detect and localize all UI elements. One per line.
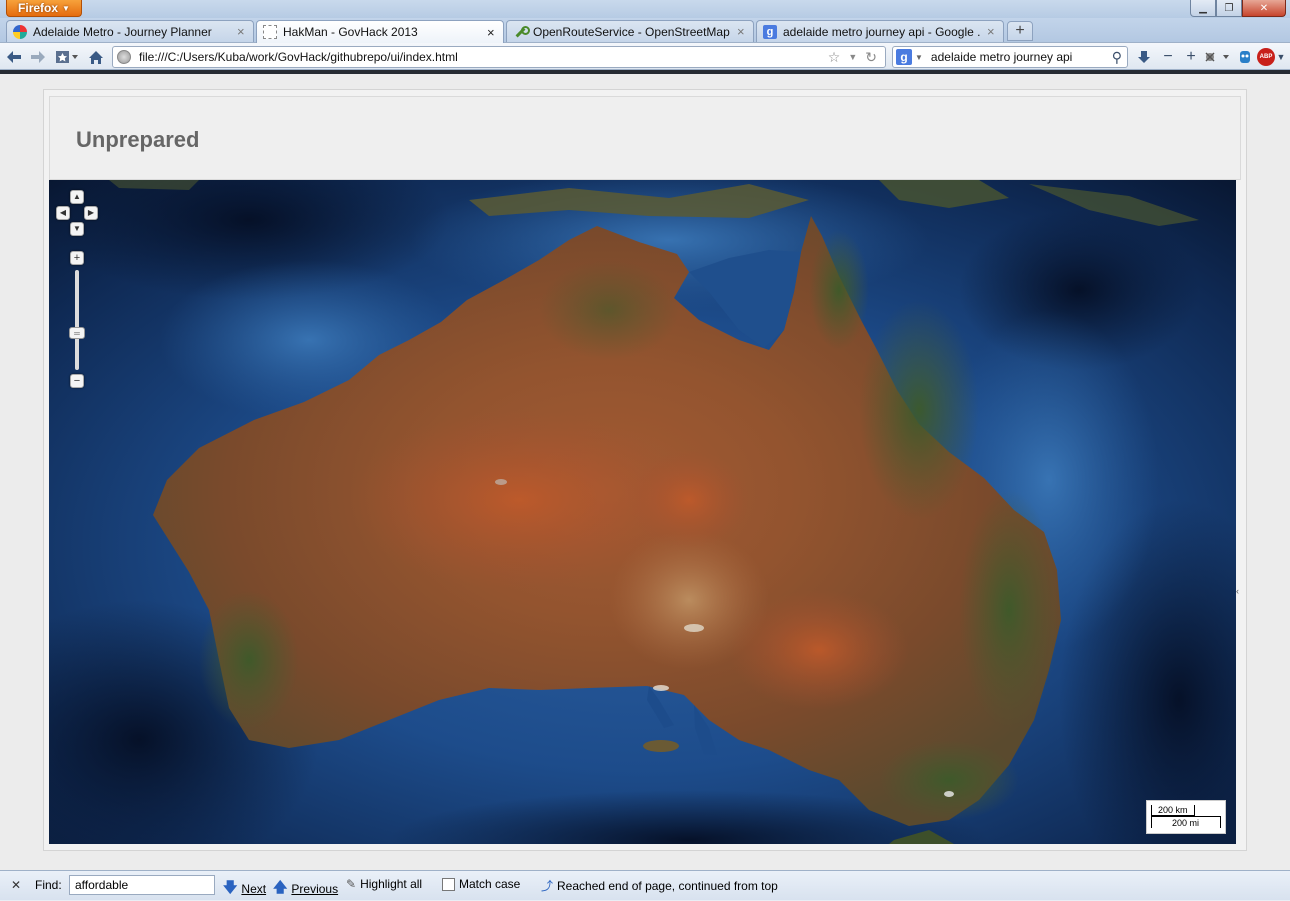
find-bar: ✕ Find: affordable 🡇 Next 🡅 Previous ✎ H…	[0, 870, 1290, 900]
pan-up-button[interactable]: ▲	[70, 190, 84, 204]
forward-icon[interactable]	[28, 47, 48, 67]
close-window-button[interactable]: ✕	[1242, 0, 1286, 17]
match-case-label: Match case	[459, 877, 521, 891]
google-favicon-icon: g	[763, 24, 777, 39]
scale-mi-label: 200 mi	[1151, 816, 1221, 828]
url-bar[interactable]: file:///C:/Users/Kuba/work/GovHack/githu…	[112, 46, 886, 68]
window-controls: ▁ ❐ ✕	[1190, 0, 1286, 17]
find-input[interactable]: affordable	[69, 875, 215, 895]
site-identity-icon[interactable]	[117, 50, 131, 64]
bookmark-star-icon[interactable]: ☆	[828, 49, 841, 66]
zoom-out-button[interactable]: −	[70, 374, 84, 388]
tab-label: Adelaide Metro - Journey Planner	[33, 24, 212, 39]
satellite-map[interactable]: ▲ ◀ ▶ ▼ + ═ − 200 km 200 mi	[49, 180, 1236, 844]
new-tab-button[interactable]: +	[1007, 21, 1033, 41]
url-text[interactable]: file:///C:/Users/Kuba/work/GovHack/githu…	[139, 50, 828, 64]
find-status-text: Reached end of page, continued from top	[557, 878, 778, 893]
minimize-button[interactable]: ▁	[1190, 0, 1216, 17]
addon-menu-icon[interactable]	[1203, 47, 1231, 67]
adelaide-metro-favicon-icon	[13, 24, 27, 39]
reload-icon[interactable]: ↻	[865, 49, 877, 66]
zoom-slider-track[interactable]	[75, 270, 79, 370]
highlighter-icon: ✎	[346, 877, 357, 891]
ors-favicon-icon	[513, 25, 530, 39]
pan-left-button[interactable]: ◀	[56, 206, 70, 220]
page-title: Unprepared	[76, 127, 200, 152]
tab-label: adelaide metro journey api - Google ...	[783, 24, 981, 39]
firefox-menu-button[interactable]: Firefox ▼	[6, 0, 82, 17]
pan-down-button[interactable]: ▼	[70, 222, 84, 236]
pan-right-button[interactable]: ▶	[84, 206, 98, 220]
addon-extension-icon[interactable]	[1235, 47, 1255, 67]
maximize-button[interactable]: ❐	[1216, 0, 1242, 17]
search-engine-dropdown-icon[interactable]: ▼	[915, 53, 923, 62]
satellite-imagery[interactable]	[49, 180, 1236, 844]
close-tab-icon[interactable]: ×	[737, 25, 747, 38]
find-next-label: Next	[241, 882, 267, 896]
scale-line: 200 km 200 mi	[1146, 800, 1226, 834]
tab-hakman[interactable]: HakMan - GovHack 2013 ×	[256, 20, 504, 43]
panel-collapse-handle-icon[interactable]: ‹	[1236, 586, 1239, 596]
downloads-icon[interactable]	[1134, 47, 1154, 67]
zoom-in-icon[interactable]: +	[1181, 47, 1201, 67]
find-previous-button[interactable]: 🡅 Previous	[273, 877, 338, 901]
google-search-engine-icon[interactable]: g	[896, 49, 912, 65]
bookmarks-menu-icon[interactable]	[54, 47, 80, 67]
page-header: Unprepared	[49, 96, 1241, 180]
chevron-down-icon: ▼	[62, 3, 70, 13]
tab-google-search[interactable]: g adelaide metro journey api - Google ..…	[756, 20, 1004, 42]
tab-label: OpenRouteService - OpenStreetMap ...	[533, 24, 731, 39]
arrow-up-icon: 🡅	[273, 879, 288, 895]
zoom-slider-handle[interactable]: ═	[69, 327, 85, 339]
highlight-all-label: Highlight all	[360, 877, 423, 891]
zoom-out-icon[interactable]: −	[1158, 47, 1178, 67]
firefox-menu-label: Firefox	[18, 1, 59, 15]
highlight-all-button[interactable]: ✎ Highlight all	[346, 877, 422, 891]
history-dropdown-icon[interactable]: ▼	[848, 52, 857, 62]
find-previous-label: Previous	[291, 882, 339, 896]
find-label: Find:	[35, 878, 62, 892]
close-tab-icon[interactable]: ×	[487, 26, 497, 39]
close-tab-icon[interactable]: ×	[987, 25, 997, 38]
arrow-down-icon: 🡇	[223, 879, 238, 895]
search-input[interactable]: adelaide metro journey api	[931, 50, 1112, 64]
match-case-check-icon[interactable]	[442, 877, 455, 891]
navigation-toolbar: file:///C:/Users/Kuba/work/GovHack/githu…	[0, 42, 1290, 70]
abp-dropdown-icon[interactable]: ▼	[1274, 47, 1288, 67]
blank-page-favicon-icon	[263, 25, 277, 39]
close-findbar-icon[interactable]: ✕	[11, 878, 21, 892]
adblock-plus-icon[interactable]: ABP	[1257, 48, 1275, 66]
tab-label: HakMan - GovHack 2013	[283, 25, 418, 39]
page-content: Unprepared ▲ ◀ ▶ ▼ + ═ − 200 km 200 mi ‹	[0, 74, 1290, 870]
wrapped-search-icon: ⤴	[541, 879, 554, 893]
back-icon[interactable]	[4, 47, 24, 67]
home-icon[interactable]	[86, 47, 106, 67]
scale-km-label: 200 km	[1151, 805, 1195, 816]
zoom-in-button[interactable]: +	[70, 251, 84, 265]
find-next-button[interactable]: 🡇 Next	[223, 877, 266, 901]
close-tab-icon[interactable]: ×	[237, 25, 247, 38]
window-title-bar: Firefox ▼ ▁ ❐ ✕	[0, 0, 1290, 18]
match-case-checkbox[interactable]: Match case	[442, 877, 520, 891]
search-icon[interactable]: ⚲	[1112, 49, 1122, 66]
find-status: ⤴ Reached end of page, continued from to…	[541, 877, 778, 894]
search-bar[interactable]: g ▼ adelaide metro journey api ⚲	[892, 46, 1128, 68]
tab-adelaide-metro[interactable]: Adelaide Metro - Journey Planner ×	[6, 20, 254, 42]
tab-strip: Adelaide Metro - Journey Planner × HakMa…	[0, 18, 1290, 43]
tab-openrouteservice[interactable]: OpenRouteService - OpenStreetMap ... ×	[506, 20, 754, 42]
